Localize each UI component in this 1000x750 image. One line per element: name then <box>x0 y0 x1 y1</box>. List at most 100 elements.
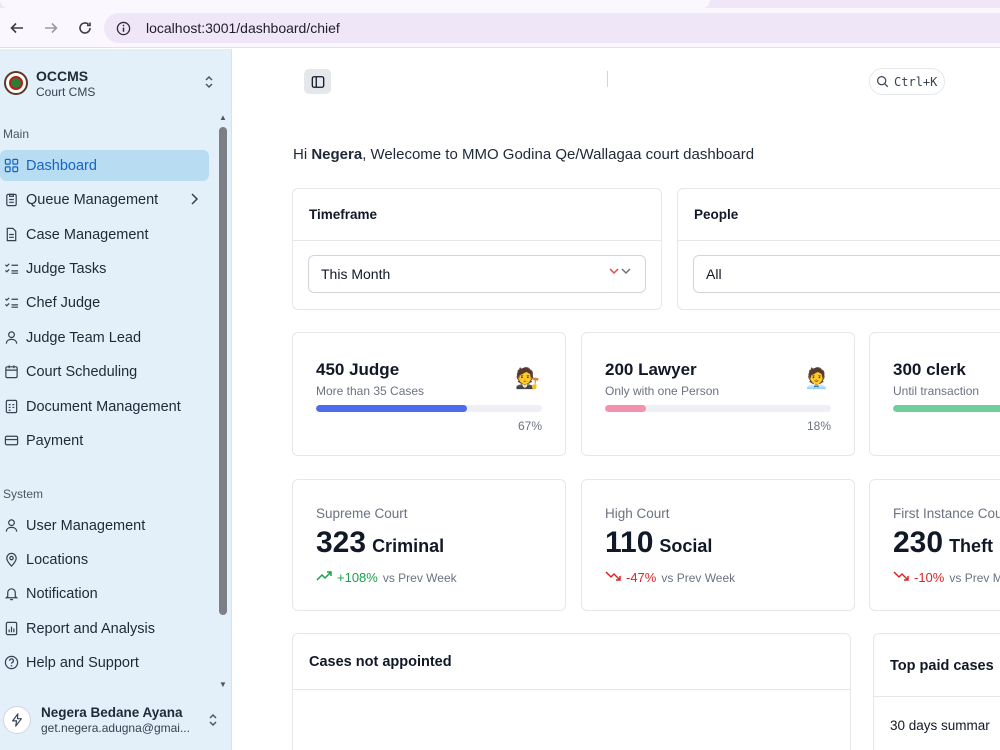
browser-active-tab[interactable] <box>0 0 710 8</box>
top-paid-cases-card: Top paid cases 30 days summar <box>873 633 1000 750</box>
court-label: Supreme Court <box>316 506 408 521</box>
sidebar-item-dashboard[interactable]: Dashboard <box>0 150 209 181</box>
browser-toolbar: localhost:3001/dashboard/chief <box>0 8 1000 48</box>
bell-icon <box>3 586 19 602</box>
timeframe-select[interactable]: This Month <box>308 255 646 293</box>
url-text: localhost:3001/dashboard/chief <box>146 20 340 36</box>
avatar <box>3 706 31 734</box>
site-info-icon[interactable] <box>114 19 132 37</box>
high-court-card: High Court 110 Social -47% vs Prev Week <box>581 479 855 611</box>
trend-indicator: -10% vs Prev M <box>893 570 1000 585</box>
people-select[interactable]: All <box>693 255 1000 293</box>
reload-button[interactable] <box>68 11 102 45</box>
sidebar: OCCMS Court CMS Main Dashboard Queue Man… <box>0 49 232 750</box>
sidebar-item-document-management[interactable]: Document Management <box>0 391 209 422</box>
greeting-user-name: Negera <box>311 146 363 163</box>
sidebar-item-user-management[interactable]: User Management <box>0 510 209 541</box>
clipboard-icon <box>3 192 19 208</box>
progress-percent: 18% <box>806 419 831 433</box>
report-icon <box>3 621 19 637</box>
progress-bar <box>316 405 542 412</box>
reload-icon <box>79 21 91 34</box>
stat-title: 300 clerk <box>893 360 966 379</box>
court-value: 323 Criminal <box>316 526 445 559</box>
court-logo-icon <box>4 71 28 95</box>
sidebar-item-court-scheduling[interactable]: Court Scheduling <box>0 356 209 387</box>
stat-subtitle: Until transaction <box>893 384 980 398</box>
lawyer-stat-card: 200 Lawyer Only with one Person 🧑‍💼 18% <box>581 332 855 456</box>
sidebar-item-payment[interactable]: Payment <box>0 425 209 456</box>
sidebar-item-label: Case Management <box>26 226 149 243</box>
stat-title: 450 Judge <box>316 360 400 379</box>
progress-bar <box>605 405 831 412</box>
sidebar-toggle-button[interactable] <box>304 69 331 94</box>
supreme-court-card: Supreme Court 323 Criminal +108% vs Prev … <box>292 479 566 611</box>
forward-button[interactable] <box>34 11 68 45</box>
section-label-main: Main <box>3 127 30 141</box>
sidebar-item-queue-management[interactable]: Queue Management <box>0 184 209 215</box>
sidebar-item-chef-judge[interactable]: Chef Judge <box>0 287 209 318</box>
scroll-up-icon[interactable]: ▲ <box>219 113 227 122</box>
filter-title: Timeframe <box>309 207 378 222</box>
trending-down-icon <box>605 570 621 585</box>
sidebar-item-label: Chef Judge <box>26 294 101 311</box>
sidebar-item-report-and-analysis[interactable]: Report and Analysis <box>0 613 209 644</box>
sidebar-item-label: Judge Team Lead <box>26 329 142 346</box>
cases-not-appointed-card: Cases not appointed <box>292 633 851 750</box>
scroll-down-icon[interactable]: ▼ <box>219 680 227 689</box>
brand-subtitle: Court CMS <box>36 84 96 99</box>
sidebar-item-label: Payment <box>26 432 84 449</box>
trending-down-icon <box>893 570 909 585</box>
user-name: Negera Bedane Ayana <box>41 705 183 720</box>
sidebar-item-label: Dashboard <box>26 157 97 174</box>
chevrons-up-down-icon[interactable] <box>207 712 219 733</box>
arrow-left-icon <box>10 22 23 33</box>
panel-left-icon <box>311 75 324 88</box>
summary-label: 30 days summar <box>890 718 990 733</box>
clerk-stat-card: 300 clerk Until transaction <box>869 332 1000 456</box>
search-button[interactable]: Ctrl+K <box>869 68 945 95</box>
chevron-down-icon <box>609 266 631 281</box>
card-icon <box>3 433 19 449</box>
sidebar-item-case-management[interactable]: Case Management <box>0 219 209 250</box>
user-icon <box>3 330 19 346</box>
brand-switcher[interactable]: OCCMS Court CMS <box>4 63 219 103</box>
location-pin-icon <box>3 552 19 568</box>
chevrons-up-down-icon[interactable] <box>203 74 215 95</box>
sidebar-item-label: User Management <box>26 517 146 534</box>
judge-icon: 🧑‍⚖️ <box>515 368 540 390</box>
first-instance-court-card: First Instance Cou 230 Theft -10% vs Prev… <box>869 479 1000 611</box>
sidebar-scrollbar[interactable]: ▲ ▼ <box>217 113 229 689</box>
stat-subtitle: More than 35 Cases <box>316 384 425 398</box>
calendar-icon <box>3 364 19 380</box>
sidebar-item-locations[interactable]: Locations <box>0 544 209 575</box>
stat-subtitle: Only with one Person <box>605 384 720 398</box>
file-icon <box>3 227 19 243</box>
sidebar-item-judge-team-lead[interactable]: Judge Team Lead <box>0 322 209 353</box>
user-email: get.negera.adugna@gmai... <box>41 721 190 735</box>
card-title: Cases not appointed <box>309 654 452 670</box>
sidebar-item-judge-tasks[interactable]: Judge Tasks <box>0 253 209 284</box>
trend-indicator: +108% vs Prev Week <box>316 570 457 585</box>
court-value: 110 Social <box>605 526 713 559</box>
bolt-icon <box>12 713 22 727</box>
sidebar-item-label: Court Scheduling <box>26 363 138 380</box>
chevron-right-icon <box>189 192 199 210</box>
sidebar-item-help-and-support[interactable]: Help and Support <box>0 647 209 678</box>
user-icon <box>3 518 19 534</box>
sidebar-item-label: Judge Tasks <box>26 260 107 277</box>
progress-percent: 67% <box>517 419 542 433</box>
arrow-right-icon <box>45 22 58 33</box>
trending-up-icon <box>316 570 332 585</box>
sidebar-item-notification[interactable]: Notification <box>0 578 209 609</box>
timeframe-filter-card: Timeframe This Month <box>292 188 662 310</box>
section-label-system: System <box>3 487 44 501</box>
back-button[interactable] <box>0 11 34 45</box>
scrollbar-thumb[interactable] <box>219 127 227 615</box>
sidebar-item-label: Report and Analysis <box>26 620 155 637</box>
card-title: Top paid cases <box>890 658 994 674</box>
header-divider <box>607 71 608 87</box>
address-bar[interactable]: localhost:3001/dashboard/chief <box>104 13 1000 43</box>
user-menu[interactable]: Negera Bedane Ayana get.negera.adugna@gm… <box>3 700 225 740</box>
sidebar-item-label: Locations <box>26 551 89 568</box>
